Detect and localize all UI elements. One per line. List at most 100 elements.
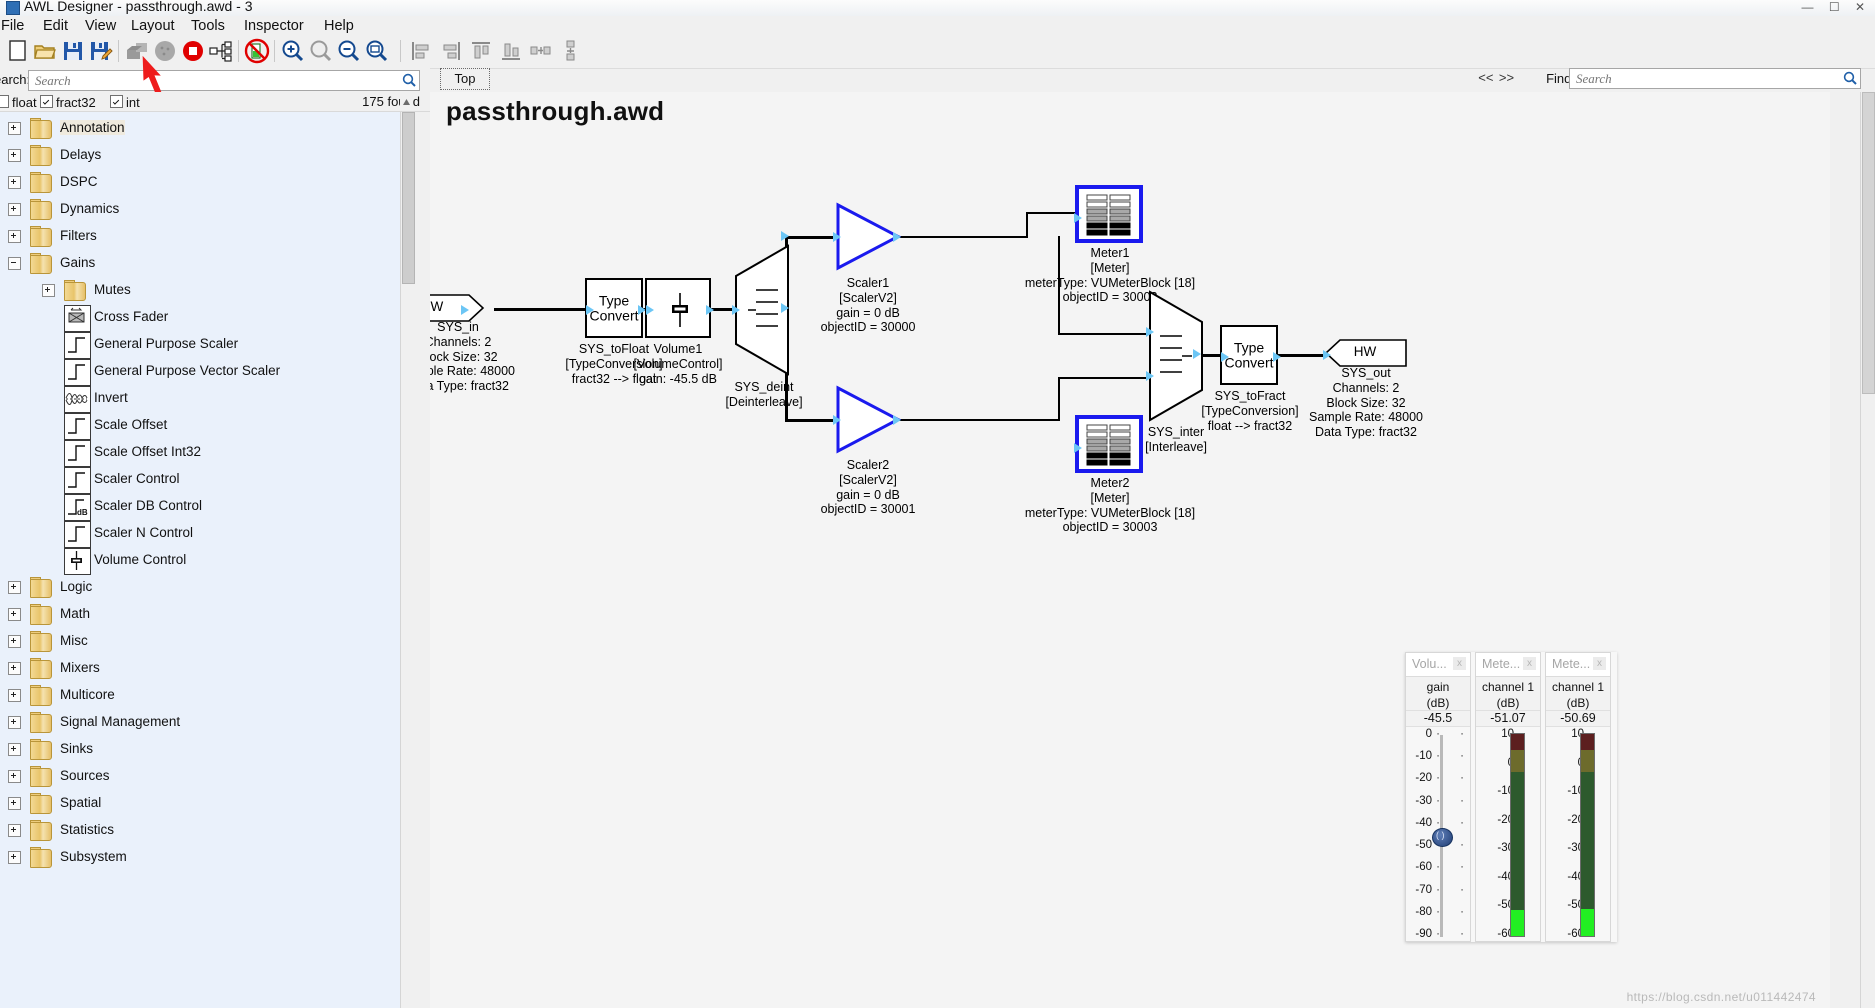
- sys-out-input-port[interactable]: [1323, 350, 1331, 360]
- tree-scroll-up-button[interactable]: [400, 96, 413, 111]
- filter-int[interactable]: int: [110, 94, 140, 110]
- meter1-block[interactable]: [1074, 185, 1143, 243]
- meter-column-tab-1[interactable]: Mete... x: [1476, 653, 1540, 677]
- sys-tofract-block[interactable]: Type Convert: [1220, 325, 1281, 385]
- new-document-icon[interactable]: [6, 38, 32, 64]
- menu-item-inspector[interactable]: Inspector: [237, 17, 311, 35]
- distribute-horizontal-icon[interactable]: [528, 38, 554, 64]
- meter1-input-port[interactable]: [1074, 213, 1082, 223]
- menu-item-edit[interactable]: Edit: [36, 17, 75, 35]
- meter-panel[interactable]: Volu... x gain (dB) -45.5 0 · · -10 · · -20 · · -30 · · -…: [1405, 652, 1617, 942]
- sys-tofract-output-port[interactable]: [1273, 352, 1281, 362]
- volume-slider-knob[interactable]: [1432, 828, 1453, 848]
- tree-scroll-thumb[interactable]: [402, 112, 415, 284]
- expand-icon[interactable]: [8, 743, 21, 756]
- scaler1-output-port[interactable]: [893, 232, 901, 242]
- expand-icon[interactable]: [8, 824, 21, 837]
- breadcrumb-top-button[interactable]: Top: [440, 68, 490, 90]
- sys-deint-input-port[interactable]: [732, 305, 740, 315]
- tree-scrollbar[interactable]: [400, 112, 415, 1008]
- expand-icon[interactable]: [8, 203, 21, 216]
- zoom-region-icon[interactable]: [364, 38, 390, 64]
- scaler2-block[interactable]: [833, 385, 901, 455]
- find-magnifier-icon[interactable]: [1843, 71, 1857, 85]
- sys-deint-output-port-1[interactable]: [781, 231, 789, 241]
- align-top-icon[interactable]: [468, 38, 494, 64]
- no-probe-icon[interactable]: [244, 38, 270, 64]
- window-controls[interactable]: — ☐ ✕: [1802, 0, 1871, 14]
- expand-icon[interactable]: [8, 635, 21, 648]
- expand-icon[interactable]: [8, 149, 21, 162]
- align-right-icon[interactable]: [438, 38, 464, 64]
- sys-inter-input-port-2[interactable]: [1146, 371, 1154, 381]
- expand-icon[interactable]: [8, 122, 21, 135]
- expand-icon[interactable]: [8, 689, 21, 702]
- meter-column-0[interactable]: Volu... x gain (dB) -45.5 0 · · -10 · · -20 · · -30 · · -…: [1405, 652, 1471, 942]
- expand-icon[interactable]: [42, 284, 55, 297]
- meter-body-1[interactable]: 10–0–-10–-20–-30–-40–-50–-60–: [1476, 727, 1540, 941]
- menu-item-tools[interactable]: Tools: [184, 17, 232, 35]
- find-input[interactable]: [1574, 70, 1833, 87]
- expand-icon[interactable]: [8, 176, 21, 189]
- expand-icon[interactable]: [8, 662, 21, 675]
- volume1-block[interactable]: [645, 278, 714, 338]
- canvas-scrollbar-vertical[interactable]: [1860, 92, 1875, 1008]
- sys-out-block[interactable]: HW: [1323, 339, 1408, 368]
- align-bottom-icon[interactable]: [498, 38, 524, 64]
- scaler1-block[interactable]: [833, 202, 901, 272]
- nav-buttons[interactable]: << >>: [1477, 69, 1515, 87]
- zoom-in-icon[interactable]: [280, 38, 306, 64]
- nav-prev-button[interactable]: <<: [1477, 69, 1494, 87]
- expand-icon[interactable]: [8, 230, 21, 243]
- distribute-vertical-icon[interactable]: [558, 38, 584, 64]
- scaler1-input-port[interactable]: [833, 232, 841, 242]
- sys-in-output-port[interactable]: [461, 305, 469, 315]
- sys-deint-block[interactable]: [732, 231, 790, 376]
- meter-column-tab-0[interactable]: Volu... x: [1406, 653, 1470, 677]
- meter-column-2[interactable]: Mete...x channel 1 (dB)-50.6910–0–-10–-20–…: [1545, 652, 1611, 942]
- fract32-checkbox[interactable]: [40, 95, 53, 108]
- collapse-icon[interactable]: [8, 257, 21, 270]
- sys-inter-input-port-1[interactable]: [1146, 327, 1154, 337]
- floppy-save-icon[interactable]: [60, 38, 86, 64]
- expand-icon[interactable]: [8, 581, 21, 594]
- canvas-scroll-thumb[interactable]: [1862, 92, 1875, 394]
- volume1-input-port[interactable]: [646, 305, 654, 315]
- expand-icon[interactable]: [8, 608, 21, 621]
- sys-tofract-input-port[interactable]: [1221, 352, 1229, 362]
- meter-body-0[interactable]: 0··-10··-20··-30··-40··-50··-60··-70··-8…: [1406, 727, 1470, 941]
- meter-body-2[interactable]: 10–0–-10–-20–-30–-40–-50–-60–: [1546, 727, 1610, 941]
- sys-tofloat-input-port[interactable]: [586, 305, 594, 315]
- meter2-input-port[interactable]: [1074, 443, 1082, 453]
- filter-float[interactable]: float: [0, 94, 37, 110]
- menu-item-layout[interactable]: Layout: [124, 17, 182, 35]
- find-input-wrapper[interactable]: [1569, 68, 1861, 89]
- sys-in-block[interactable]: HW HW: [430, 294, 485, 323]
- search-input-wrapper[interactable]: [28, 70, 420, 91]
- open-folder-icon[interactable]: [32, 38, 58, 64]
- search-input[interactable]: [33, 72, 387, 89]
- nav-next-button[interactable]: >>: [1498, 69, 1515, 87]
- float-checkbox[interactable]: [0, 95, 9, 108]
- link-compile-icon[interactable]: [208, 38, 234, 64]
- meter-column-tab-2[interactable]: Mete... x: [1546, 653, 1610, 677]
- int-checkbox[interactable]: [110, 95, 123, 108]
- volume1-output-port[interactable]: [706, 305, 714, 315]
- zoom-fit-icon[interactable]: [308, 38, 334, 64]
- search-magnifier-icon[interactable]: [402, 73, 416, 87]
- meter-column-1[interactable]: Mete...x channel 1 (dB)-51.0710–0–-10–-20–…: [1475, 652, 1541, 942]
- expand-icon[interactable]: [8, 770, 21, 783]
- sys-inter-output-port[interactable]: [1193, 349, 1201, 359]
- align-left-icon[interactable]: [408, 38, 434, 64]
- menu-item-view[interactable]: View: [78, 17, 123, 35]
- tree-item-subsystem[interactable]: Subsystem: [0, 841, 413, 873]
- menu-item-file[interactable]: File: [0, 17, 31, 35]
- sys-tofloat-block[interactable]: Type Convert: [585, 278, 646, 338]
- floppy-save-as-icon[interactable]: [88, 38, 114, 64]
- close-icon[interactable]: x: [1453, 657, 1466, 670]
- scaler2-input-port[interactable]: [833, 415, 841, 425]
- schematic-canvas[interactable]: passthrough.awd HW: [430, 92, 1830, 1008]
- stop-record-icon[interactable]: [180, 38, 206, 64]
- sys-deint-output-port-2[interactable]: [781, 303, 789, 313]
- filter-fract32[interactable]: fract32: [40, 94, 96, 110]
